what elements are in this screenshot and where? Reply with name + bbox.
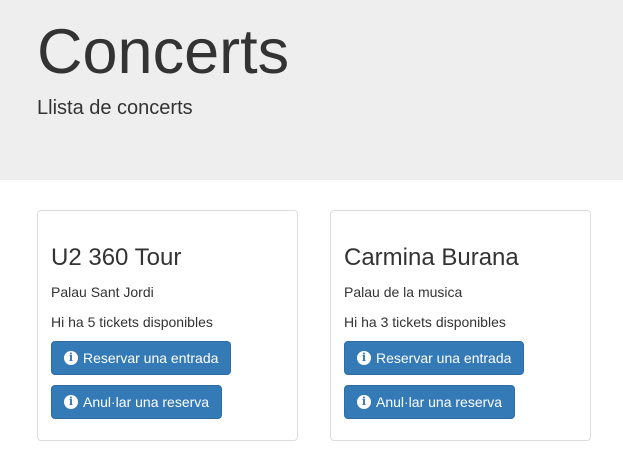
concert-venue: Palau de la musica [344,284,463,300]
concert-title: U2 360 Tour [51,244,182,271]
reserve-button[interactable]: i Reservar una entrada [51,341,232,375]
info-circle-icon: i [357,351,371,365]
concert-card: U2 360 Tour Palau Sant Jordi Hi ha 5 tic… [37,210,298,441]
info-circle-icon: i [64,351,78,365]
concert-card: Carmina Burana Palau de la musica Hi ha … [330,210,591,441]
reserve-button-label: Reservar una entrada [83,350,219,366]
info-circle-icon: i [64,395,78,409]
page-title: Concerts [37,17,290,87]
concert-tickets: Hi ha 3 tickets disponibles [344,314,506,330]
jumbotron: Concerts Llista de concerts [0,0,623,180]
cancel-reservation-button[interactable]: i Anul·lar una reserva [51,385,223,419]
cancel-button-label: Anul·lar una reserva [83,394,210,410]
reserve-button-label: Reservar una entrada [376,350,512,366]
concert-title: Carmina Burana [344,244,519,271]
info-circle-icon: i [357,395,371,409]
cancel-button-label: Anul·lar una reserva [376,394,503,410]
page-subtitle: Llista de concerts [37,97,193,119]
concert-venue: Palau Sant Jordi [51,284,154,300]
cancel-reservation-button[interactable]: i Anul·lar una reserva [344,385,516,419]
concert-tickets: Hi ha 5 tickets disponibles [51,314,213,330]
reserve-button[interactable]: i Reservar una entrada [344,341,525,375]
